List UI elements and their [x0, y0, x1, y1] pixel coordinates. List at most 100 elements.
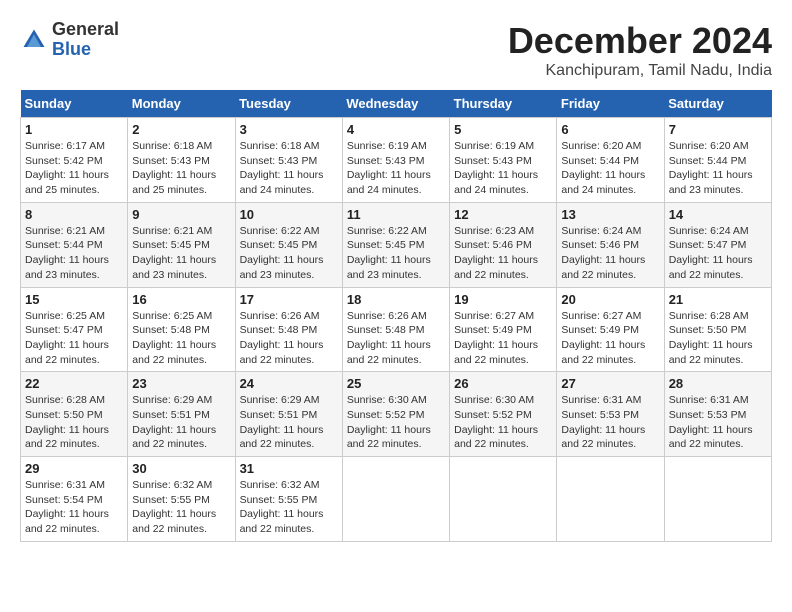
day-info: Sunrise: 6:17 AMSunset: 5:42 PMDaylight:… — [25, 139, 123, 198]
calendar-cell: 18 Sunrise: 6:26 AMSunset: 5:48 PMDayligh… — [342, 287, 449, 372]
calendar-table: Sunday Monday Tuesday Wednesday Thursday… — [20, 90, 772, 542]
calendar-cell — [664, 457, 771, 542]
day-info: Sunrise: 6:18 AMSunset: 5:43 PMDaylight:… — [132, 139, 230, 198]
day-info: Sunrise: 6:30 AMSunset: 5:52 PMDaylight:… — [347, 393, 445, 452]
day-number: 21 — [669, 292, 767, 307]
day-info: Sunrise: 6:26 AMSunset: 5:48 PMDaylight:… — [347, 309, 445, 368]
day-info: Sunrise: 6:24 AMSunset: 5:47 PMDaylight:… — [669, 224, 767, 283]
calendar-cell: 22Sunrise: 6:28 AMSunset: 5:50 PMDayligh… — [21, 372, 128, 457]
header-monday: Monday — [128, 90, 235, 118]
header-thursday: Thursday — [450, 90, 557, 118]
calendar-week-1: 1 Sunrise: 6:17 AMSunset: 5:42 PMDaylight… — [21, 118, 772, 203]
calendar-cell: 14 Sunrise: 6:24 AMSunset: 5:47 PMDayligh… — [664, 202, 771, 287]
logo-icon — [20, 26, 48, 54]
day-info: Sunrise: 6:20 AMSunset: 5:44 PMDaylight:… — [669, 139, 767, 198]
day-number: 26 — [454, 376, 552, 391]
day-number: 2 — [132, 122, 230, 137]
header-tuesday: Tuesday — [235, 90, 342, 118]
day-number: 23 — [132, 376, 230, 391]
day-number: 29 — [25, 461, 123, 476]
day-info: Sunrise: 6:23 AMSunset: 5:46 PMDaylight:… — [454, 224, 552, 283]
day-number: 6 — [561, 122, 659, 137]
calendar-week-3: 15 Sunrise: 6:25 AMSunset: 5:47 PMDayligh… — [21, 287, 772, 372]
day-number: 3 — [240, 122, 338, 137]
logo-general-text: General — [52, 20, 119, 40]
day-info: Sunrise: 6:25 AMSunset: 5:47 PMDaylight:… — [25, 309, 123, 368]
day-number: 5 — [454, 122, 552, 137]
day-number: 8 — [25, 207, 123, 222]
calendar-cell: 7 Sunrise: 6:20 AMSunset: 5:44 PMDaylight… — [664, 118, 771, 203]
day-number: 30 — [132, 461, 230, 476]
calendar-cell: 3 Sunrise: 6:18 AMSunset: 5:43 PMDaylight… — [235, 118, 342, 203]
calendar-cell: 19Sunrise: 6:27 AMSunset: 5:49 PMDayligh… — [450, 287, 557, 372]
day-info: Sunrise: 6:28 AMSunset: 5:50 PMDaylight:… — [25, 393, 123, 452]
day-number: 17 — [240, 292, 338, 307]
calendar-cell: 30 Sunrise: 6:32 AMSunset: 5:55 PMDayligh… — [128, 457, 235, 542]
day-info: Sunrise: 6:21 AMSunset: 5:45 PMDaylight:… — [132, 224, 230, 283]
day-number: 14 — [669, 207, 767, 222]
calendar-week-4: 22Sunrise: 6:28 AMSunset: 5:50 PMDayligh… — [21, 372, 772, 457]
day-number: 15 — [25, 292, 123, 307]
calendar-cell: 4 Sunrise: 6:19 AMSunset: 5:43 PMDaylight… — [342, 118, 449, 203]
calendar-cell: 15 Sunrise: 6:25 AMSunset: 5:47 PMDayligh… — [21, 287, 128, 372]
calendar-cell: 17 Sunrise: 6:26 AMSunset: 5:48 PMDayligh… — [235, 287, 342, 372]
logo: General Blue — [20, 20, 119, 60]
calendar-cell: 12Sunrise: 6:23 AMSunset: 5:46 PMDayligh… — [450, 202, 557, 287]
calendar-cell: 11Sunrise: 6:22 AMSunset: 5:45 PMDayligh… — [342, 202, 449, 287]
calendar-cell: 25 Sunrise: 6:30 AMSunset: 5:52 PMDayligh… — [342, 372, 449, 457]
calendar-cell: 20 Sunrise: 6:27 AMSunset: 5:49 PMDayligh… — [557, 287, 664, 372]
logo-blue-text: Blue — [52, 40, 119, 60]
day-number: 25 — [347, 376, 445, 391]
calendar-cell: 28Sunrise: 6:31 AMSunset: 5:53 PMDayligh… — [664, 372, 771, 457]
calendar-cell — [450, 457, 557, 542]
day-info: Sunrise: 6:22 AMSunset: 5:45 PMDaylight:… — [240, 224, 338, 283]
day-info: Sunrise: 6:29 AMSunset: 5:51 PMDaylight:… — [132, 393, 230, 452]
header-wednesday: Wednesday — [342, 90, 449, 118]
day-number: 9 — [132, 207, 230, 222]
calendar-cell: 2 Sunrise: 6:18 AMSunset: 5:43 PMDaylight… — [128, 118, 235, 203]
calendar-cell: 24 Sunrise: 6:29 AMSunset: 5:51 PMDayligh… — [235, 372, 342, 457]
day-info: Sunrise: 6:26 AMSunset: 5:48 PMDaylight:… — [240, 309, 338, 368]
calendar-cell: 1 Sunrise: 6:17 AMSunset: 5:42 PMDaylight… — [21, 118, 128, 203]
calendar-cell: 29Sunrise: 6:31 AMSunset: 5:54 PMDayligh… — [21, 457, 128, 542]
location-title: Kanchipuram, Tamil Nadu, India — [508, 62, 772, 80]
logo-text: General Blue — [52, 20, 119, 60]
day-number: 1 — [25, 122, 123, 137]
day-info: Sunrise: 6:18 AMSunset: 5:43 PMDaylight:… — [240, 139, 338, 198]
calendar-week-5: 29Sunrise: 6:31 AMSunset: 5:54 PMDayligh… — [21, 457, 772, 542]
calendar-cell: 26Sunrise: 6:30 AMSunset: 5:52 PMDayligh… — [450, 372, 557, 457]
day-number: 7 — [669, 122, 767, 137]
day-number: 13 — [561, 207, 659, 222]
calendar-cell: 16 Sunrise: 6:25 AMSunset: 5:48 PMDayligh… — [128, 287, 235, 372]
day-info: Sunrise: 6:21 AMSunset: 5:44 PMDaylight:… — [25, 224, 123, 283]
header-saturday: Saturday — [664, 90, 771, 118]
day-number: 20 — [561, 292, 659, 307]
day-info: Sunrise: 6:24 AMSunset: 5:46 PMDaylight:… — [561, 224, 659, 283]
calendar-cell: 31Sunrise: 6:32 AMSunset: 5:55 PMDayligh… — [235, 457, 342, 542]
day-info: Sunrise: 6:31 AMSunset: 5:53 PMDaylight:… — [669, 393, 767, 452]
day-info: Sunrise: 6:19 AMSunset: 5:43 PMDaylight:… — [454, 139, 552, 198]
day-number: 31 — [240, 461, 338, 476]
month-title: December 2024 — [508, 20, 772, 62]
calendar-cell: 27Sunrise: 6:31 AMSunset: 5:53 PMDayligh… — [557, 372, 664, 457]
day-info: Sunrise: 6:25 AMSunset: 5:48 PMDaylight:… — [132, 309, 230, 368]
day-number: 18 — [347, 292, 445, 307]
calendar-cell: 21 Sunrise: 6:28 AMSunset: 5:50 PMDayligh… — [664, 287, 771, 372]
calendar-cell: 9 Sunrise: 6:21 AMSunset: 5:45 PMDaylight… — [128, 202, 235, 287]
header: General Blue December 2024 Kanchipuram, … — [20, 20, 772, 80]
day-number: 24 — [240, 376, 338, 391]
day-info: Sunrise: 6:28 AMSunset: 5:50 PMDaylight:… — [669, 309, 767, 368]
day-info: Sunrise: 6:29 AMSunset: 5:51 PMDaylight:… — [240, 393, 338, 452]
header-row: Sunday Monday Tuesday Wednesday Thursday… — [21, 90, 772, 118]
day-info: Sunrise: 6:32 AMSunset: 5:55 PMDaylight:… — [132, 478, 230, 537]
day-number: 19 — [454, 292, 552, 307]
day-number: 4 — [347, 122, 445, 137]
calendar-cell: 5 Sunrise: 6:19 AMSunset: 5:43 PMDaylight… — [450, 118, 557, 203]
calendar-week-2: 8 Sunrise: 6:21 AMSunset: 5:44 PMDaylight… — [21, 202, 772, 287]
calendar-cell — [557, 457, 664, 542]
title-section: December 2024 Kanchipuram, Tamil Nadu, I… — [508, 20, 772, 80]
header-sunday: Sunday — [21, 90, 128, 118]
day-info: Sunrise: 6:27 AMSunset: 5:49 PMDaylight:… — [561, 309, 659, 368]
day-info: Sunrise: 6:19 AMSunset: 5:43 PMDaylight:… — [347, 139, 445, 198]
day-number: 16 — [132, 292, 230, 307]
